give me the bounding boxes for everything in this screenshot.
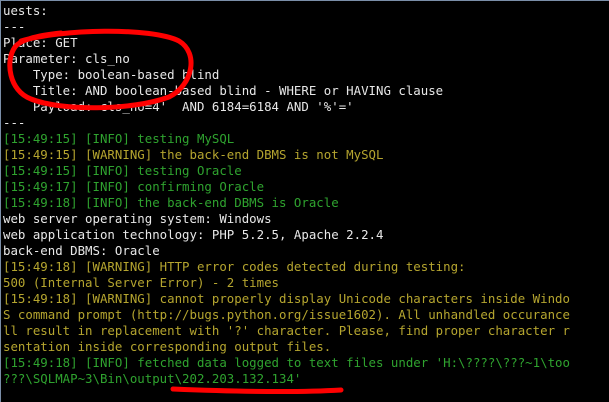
console-line: [15:49:18] [INFO] fetched data logged to… — [3, 355, 570, 370]
console-window[interactable]: uests: --- Place: GET Parameter: cls_no … — [0, 0, 609, 402]
console-line: [15:49:15] [INFO] testing MySQL — [3, 131, 235, 146]
console-line: [15:49:18] [INFO] the back-end DBMS is O… — [3, 195, 339, 210]
console-line: Parameter: cls_no — [3, 51, 130, 66]
console-line: 500 (Internal Server Error) - 2 times — [3, 275, 280, 290]
console-line: --- — [3, 19, 26, 34]
console-line: back-end DBMS: Oracle — [3, 243, 160, 258]
console-line: S command prompt (http://bugs.python.org… — [3, 307, 570, 322]
console-line: [15:49:18] [WARNING] HTTP error codes de… — [3, 259, 466, 274]
console-line: [15:49:17] [INFO] confirming Oracle — [3, 179, 265, 194]
console-line: [15:49:15] [WARNING] the back-end DBMS i… — [3, 147, 384, 162]
console-line: web server operating system: Windows — [3, 211, 272, 226]
annotation-underline — [170, 386, 344, 395]
console-line: sentation inside corresponding output fi… — [3, 339, 332, 354]
console-output: uests: --- Place: GET Parameter: cls_no … — [3, 3, 570, 387]
console-line: Payload: cls_no=4' AND 6184=6184 AND '%'… — [3, 99, 354, 114]
console-line: uests: — [3, 3, 48, 18]
console-line: ???\SQLMAP~3\Bin\output\202.203.132.134' — [3, 371, 302, 386]
console-line: [15:49:15] [INFO] testing Oracle — [3, 163, 242, 178]
console-line: Place: GET — [3, 35, 78, 50]
console-line: [15:49:18] [WARNING] cannot properly dis… — [3, 291, 570, 306]
console-line: --- — [3, 115, 26, 130]
console-line: Type: boolean-based blind — [3, 67, 220, 82]
console-line: web application technology: PHP 5.2.5, A… — [3, 227, 384, 242]
console-line: Title: AND boolean-based blind - WHERE o… — [3, 83, 444, 98]
console-line: ll result in replacement with '?' charac… — [3, 323, 570, 338]
